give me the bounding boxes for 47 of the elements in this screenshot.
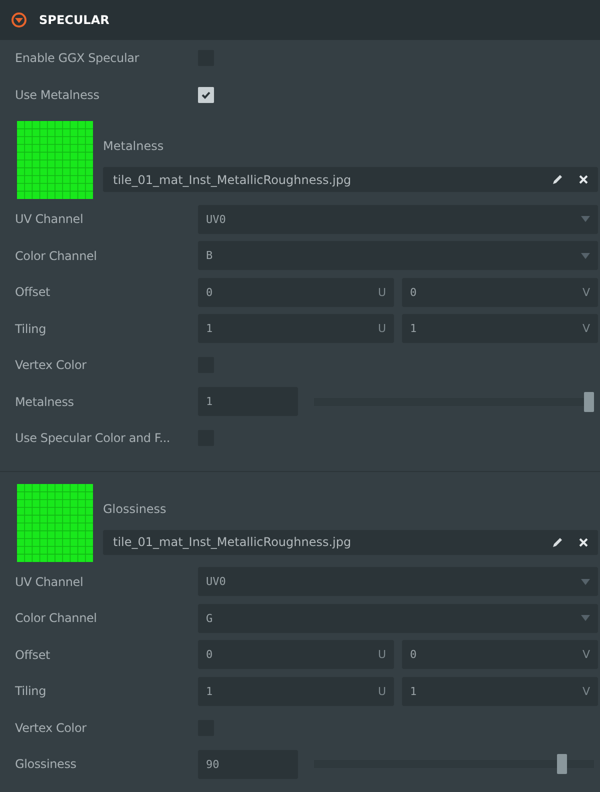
section-title: SPECULAR [39,13,110,27]
field-label: Use Specular Color and F... [15,431,172,446]
number-field[interactable]: 1 [198,387,298,416]
check-icon [201,90,211,100]
field-label: Tiling [15,684,47,698]
file-field[interactable]: tile_01_mat_Inst_MetallicRoughness.jpg [103,530,598,554]
field-label: Enable GGX Specular [15,51,140,66]
caret-icon [581,216,590,222]
field-label: Offset [15,285,52,300]
field-label: Offset [15,648,52,662]
dropdown[interactable]: UV0 [198,567,598,596]
number-field[interactable]: 0 V [402,640,598,670]
number-field[interactable]: 0 V [402,278,598,307]
number-field[interactable]: 0 U [198,640,394,670]
close-icon[interactable] [579,538,588,546]
pencil-icon[interactable] [552,174,563,185]
caret-icon [581,615,590,622]
caret-icon [581,252,590,259]
field-label: Tiling [15,322,47,336]
slider-thumb[interactable] [584,392,594,412]
field-label: Metalness [15,394,75,409]
number-field[interactable]: 1 V [402,314,598,344]
field-label: Color Channel [15,248,98,263]
caret-icon [581,578,590,585]
map-label: Glossiness [103,502,168,516]
number-field[interactable]: 1 V [402,676,598,706]
file-field[interactable]: tile_01_mat_Inst_MetallicRoughness.jpg [103,167,598,192]
field-label: Glossiness [15,757,78,772]
number-field[interactable]: 1 U [198,314,394,344]
field-label: Color Channel [15,611,98,626]
slider-thumb[interactable] [557,754,567,774]
pencil-icon[interactable] [552,536,563,548]
number-field[interactable]: 0 U [198,278,394,307]
dropdown[interactable]: UV0 [198,204,598,234]
collapse-icon[interactable] [11,12,27,28]
number-field[interactable]: 90 [198,750,298,779]
checkbox[interactable] [198,86,214,103]
field-label: UV Channel [15,574,84,589]
field-label: Vertex Color [15,720,88,735]
field-label: Vertex Color [15,358,88,372]
map-label: Metalness [103,139,165,153]
field-label: UV Channel [15,212,84,226]
dropdown[interactable]: B [198,241,598,270]
number-field[interactable]: 1 U [198,676,394,706]
field-label: Use Metalness [15,88,100,102]
dropdown[interactable]: G [198,604,598,633]
close-icon[interactable] [579,175,588,184]
